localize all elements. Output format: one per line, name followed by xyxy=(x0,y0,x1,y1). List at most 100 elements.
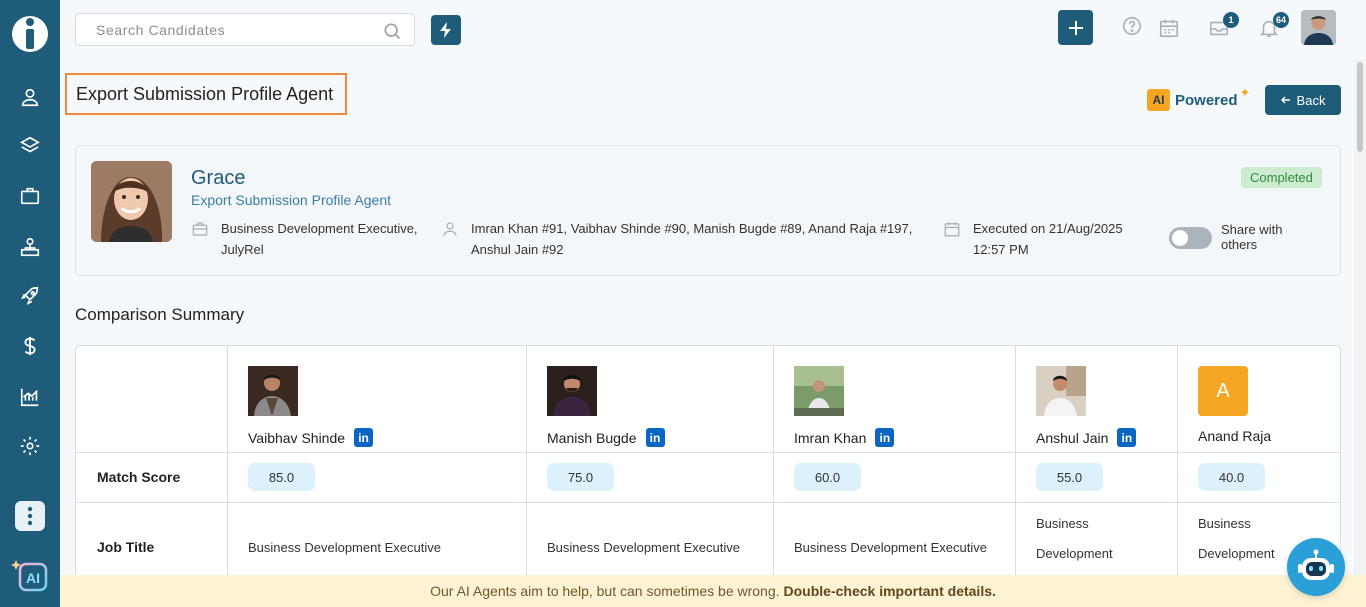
candidate-name: Anand Raja xyxy=(1198,428,1271,444)
job-title-cell: Business Development Executive xyxy=(794,540,987,555)
candidate-column: Manish Bugde in 75.0 Business Developmen… xyxy=(527,346,774,579)
candidate-name: Vaibhav Shinde in xyxy=(248,428,374,447)
candidate-column: Imran Khan in 60.0 Business Development … xyxy=(774,346,1016,579)
scrollbar-thumb[interactable] xyxy=(1357,62,1363,152)
candidate-name-text: Anshul Jain xyxy=(1036,429,1109,446)
ai-assistant-icon[interactable]: AI xyxy=(10,556,50,596)
candidate-name-text: Vaibhav Shinde xyxy=(248,429,346,446)
robot-icon xyxy=(1298,549,1334,580)
agent-avatar xyxy=(91,161,172,242)
job-meta: Business Development Executive, JulyRel xyxy=(191,218,418,260)
add-button[interactable] xyxy=(1058,10,1093,45)
job-title-label: Job Title xyxy=(97,539,155,555)
match-score-label: Match Score xyxy=(97,469,181,485)
svg-text:AI: AI xyxy=(26,570,40,586)
candidate-name: Imran Khan in xyxy=(794,428,895,447)
job-title-cell: Business Development Executive xyxy=(248,540,441,555)
executed-line-1: Executed on 21/Aug/2025 xyxy=(973,221,1123,236)
bell-icon[interactable]: 64 xyxy=(1257,12,1289,40)
org-chart-icon[interactable] xyxy=(17,234,43,260)
label-column: Match Score Job Title xyxy=(76,346,228,579)
toggle-knob xyxy=(1172,230,1188,246)
disclaimer-text: Our AI Agents aim to help, but can somet… xyxy=(430,583,780,599)
candidate-name-text: Manish Bugde xyxy=(547,429,637,446)
sparkle-icon: ✦ xyxy=(1239,85,1251,100)
candidates-line-1: Imran Khan #91, Vaibhav Shinde #90, Mani… xyxy=(471,221,913,236)
job-line-2: JulyRel xyxy=(221,242,264,257)
back-button[interactable]: Back xyxy=(1265,85,1341,115)
quick-action-button[interactable] xyxy=(431,15,461,45)
status-badge: Completed xyxy=(1241,167,1322,188)
candidate-initial-avatar[interactable]: A xyxy=(1198,366,1248,416)
ai-powered-label: Powered xyxy=(1175,91,1238,109)
match-score-pill: 40.0 xyxy=(1198,463,1265,491)
match-score-pill: 55.0 xyxy=(1036,463,1103,491)
top-bar: 1 64 xyxy=(60,0,1366,60)
search-input[interactable] xyxy=(76,14,366,45)
candidate-avatar[interactable] xyxy=(248,366,298,416)
candidate-name: Manish Bugde in xyxy=(547,428,665,447)
more-menu-button[interactable] xyxy=(15,501,45,531)
candidate-name: Anshul Jain in xyxy=(1036,428,1137,447)
app-logo[interactable] xyxy=(10,10,50,54)
job-title-line: Business xyxy=(1198,516,1251,531)
calendar-icon xyxy=(944,222,960,237)
page-scrollbar[interactable] xyxy=(1354,60,1366,575)
notifications-count-badge: 64 xyxy=(1272,12,1289,28)
job-title-line: Business xyxy=(1036,516,1089,531)
candidate-avatar[interactable] xyxy=(547,366,597,416)
briefcase-icon xyxy=(192,222,208,236)
agent-profile-card: Grace Export Submission Profile Agent Bu… xyxy=(75,145,1341,276)
layers-icon[interactable] xyxy=(17,133,43,159)
match-score-pill: 85.0 xyxy=(248,463,315,491)
candidates-line-2: Anshul Jain #92 xyxy=(471,242,564,257)
candidate-name-text: Imran Khan xyxy=(794,429,867,446)
gear-icon[interactable] xyxy=(17,433,43,459)
executed-line-2: 12:57 PM xyxy=(973,242,1029,257)
dollar-icon[interactable] xyxy=(17,333,43,359)
briefcase-icon[interactable] xyxy=(17,183,43,209)
share-label-line-1: Share with xyxy=(1221,222,1283,237)
messages-count-badge: 1 xyxy=(1223,12,1239,28)
user-icon xyxy=(443,222,457,236)
rocket-icon[interactable] xyxy=(17,283,43,309)
job-title-cell: Business Development Executive xyxy=(1036,509,1146,579)
job-title-cell: Business Development Executive xyxy=(547,540,740,555)
comparison-table: Match Score Job Title Vaibhav Shinde in … xyxy=(75,345,1341,580)
agent-name: Grace xyxy=(191,167,246,189)
arrow-left-icon xyxy=(1280,96,1290,104)
linkedin-icon[interactable]: in xyxy=(354,428,374,447)
share-toggle[interactable] xyxy=(1169,227,1212,249)
bolt-icon xyxy=(440,22,451,38)
candidate-avatar[interactable] xyxy=(794,366,844,416)
executed-meta: Executed on 21/Aug/2025 12:57 PM xyxy=(943,218,1123,260)
match-score-pill: 60.0 xyxy=(794,463,861,491)
search-box xyxy=(75,13,415,46)
candidate-column: Vaibhav Shinde in 85.0 Business Developm… xyxy=(228,346,527,579)
candidate-column: Anshul Jain in 55.0 Business Development… xyxy=(1016,346,1178,579)
share-label: Share with others xyxy=(1221,222,1301,252)
linkedin-icon[interactable]: in xyxy=(875,428,895,447)
chatbot-button[interactable] xyxy=(1287,538,1345,596)
help-icon[interactable] xyxy=(1120,14,1144,38)
user-icon[interactable] xyxy=(17,84,43,110)
linkedin-icon[interactable]: in xyxy=(1117,428,1137,447)
agent-role: Export Submission Profile Agent xyxy=(191,192,391,208)
comparison-title: Comparison Summary xyxy=(75,305,245,324)
match-score-pill: 75.0 xyxy=(547,463,614,491)
share-label-line-2: others xyxy=(1221,237,1258,252)
analytics-icon[interactable] xyxy=(17,384,43,410)
user-avatar[interactable] xyxy=(1301,10,1336,45)
candidate-avatar[interactable] xyxy=(1036,366,1086,416)
page-title: Export Submission Profile Agent xyxy=(65,73,347,115)
search-icon[interactable] xyxy=(382,21,402,46)
messages-icon[interactable]: 1 xyxy=(1207,12,1239,40)
ai-chip: AI xyxy=(1147,89,1170,111)
job-title-line: Development xyxy=(1036,546,1113,561)
candidates-meta: Imran Khan #91, Vaibhav Shinde #90, Mani… xyxy=(441,218,912,260)
calendar-icon[interactable] xyxy=(1157,16,1181,40)
linkedin-icon[interactable]: in xyxy=(645,428,665,447)
ai-powered-badge: AI Powered ✦ xyxy=(1147,85,1253,111)
sidebar: AI xyxy=(0,0,60,607)
disclaimer-bold: Double-check important details. xyxy=(783,583,996,599)
